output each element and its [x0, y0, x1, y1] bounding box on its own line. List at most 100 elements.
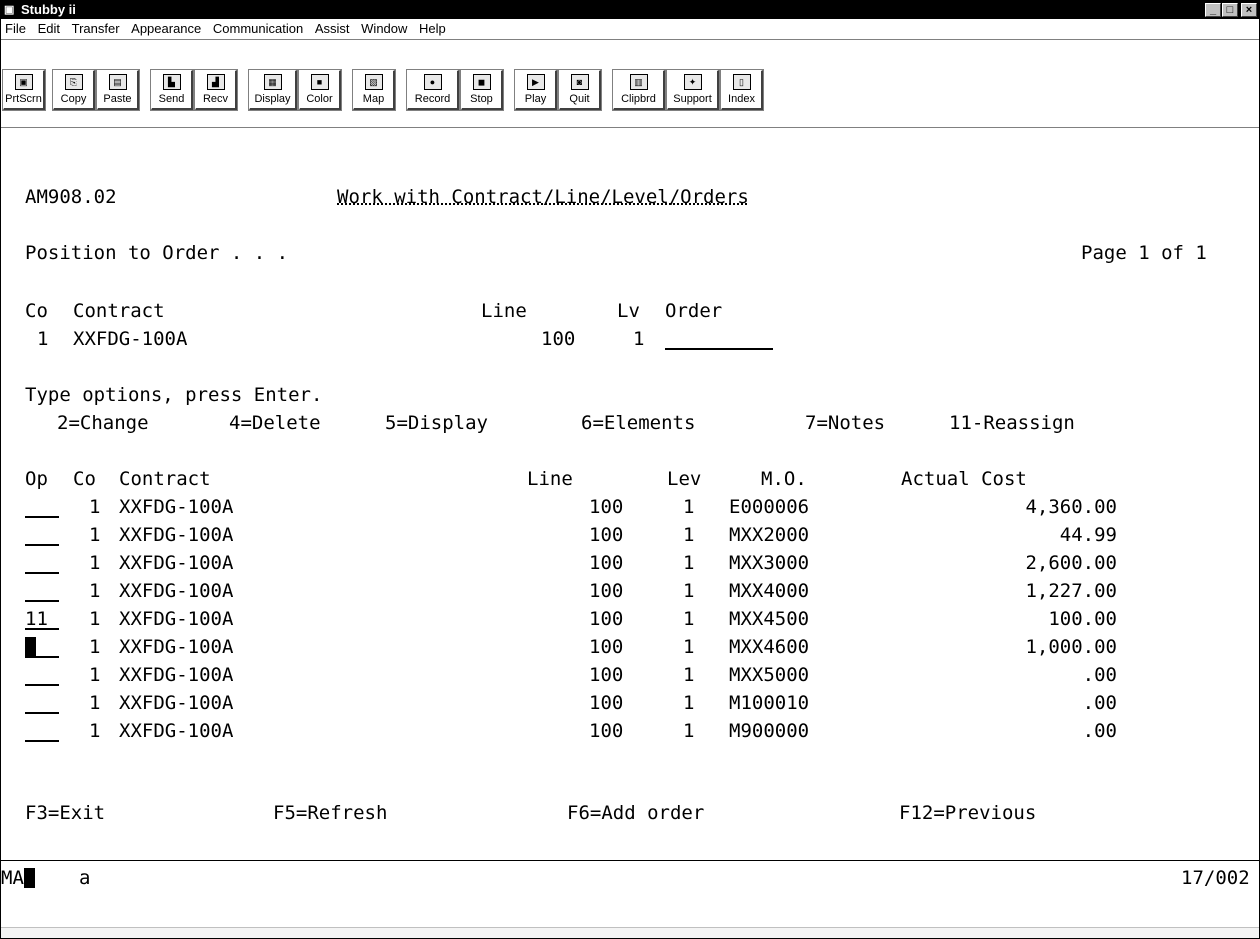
- row-line: 100: [589, 608, 624, 630]
- order-input[interactable]: [665, 330, 773, 350]
- instructions: Type options, press Enter.: [25, 384, 323, 406]
- color-button[interactable]: ■ Color: [298, 69, 342, 111]
- row-mo: M100010: [729, 692, 810, 714]
- stop-button[interactable]: ◼ Stop: [460, 69, 504, 111]
- prtscrn-button[interactable]: ▣ PrtScrn: [2, 69, 46, 111]
- bottom-strip: [1, 927, 1259, 938]
- row-contract: XXFDG-100A: [119, 524, 234, 546]
- option-input[interactable]: [25, 636, 59, 658]
- menu-window[interactable]: Window: [361, 21, 407, 36]
- option-input[interactable]: [25, 552, 59, 574]
- option-input[interactable]: [25, 692, 59, 714]
- text-cursor: [25, 637, 36, 657]
- play-button[interactable]: ▶ Play: [514, 69, 558, 111]
- row-contract: XXFDG-100A: [119, 636, 234, 658]
- menu-edit[interactable]: Edit: [38, 21, 60, 36]
- menu-appearance[interactable]: Appearance: [131, 21, 201, 36]
- option-input[interactable]: 11: [25, 608, 59, 630]
- row-line: 100: [589, 636, 624, 658]
- window-title: Stubby ii: [21, 2, 76, 17]
- send-button[interactable]: ▙ Send: [150, 69, 194, 111]
- clipbrd-button[interactable]: ▥ Clipbrd: [612, 69, 666, 111]
- record-button[interactable]: ● Record: [406, 69, 460, 111]
- row-actual-cost: .00: [1082, 720, 1117, 742]
- map-button[interactable]: ▧ Map: [352, 69, 396, 111]
- system-menu-icon[interactable]: ▣: [4, 4, 16, 16]
- option-input[interactable]: [25, 720, 59, 742]
- row-lev: 1: [683, 552, 695, 574]
- paste-button[interactable]: ▤ Paste: [96, 69, 140, 111]
- menu-assist[interactable]: Assist: [315, 21, 350, 36]
- option-input[interactable]: [25, 664, 59, 686]
- option-notes: 7=Notes: [805, 412, 886, 434]
- row-contract: XXFDG-100A: [119, 580, 234, 602]
- row-contract: XXFDG-100A: [119, 664, 234, 686]
- row-lev: 1: [683, 664, 695, 686]
- option-input[interactable]: [25, 524, 59, 546]
- terminal-screen: AM908.02 Work with Contract/Line/Level/O…: [1, 128, 1259, 858]
- fkey-exit[interactable]: F3=Exit: [25, 802, 105, 824]
- index-button[interactable]: ▯ Index: [720, 69, 764, 111]
- row-co: 1: [89, 720, 101, 742]
- row-contract: XXFDG-100A: [119, 720, 234, 742]
- status-bar: MA a 17/002: [1, 860, 1259, 901]
- row-co: 1: [89, 692, 101, 714]
- quit-button[interactable]: ◙ Quit: [558, 69, 602, 111]
- option-display: 5=Display: [385, 412, 488, 434]
- close-button[interactable]: ×: [1241, 3, 1257, 17]
- row-lev: 1: [683, 692, 695, 714]
- cursor-position: 17/002: [1181, 867, 1250, 889]
- row-actual-cost: 1,000.00: [1025, 636, 1117, 658]
- menu-help[interactable]: Help: [419, 21, 446, 36]
- row-mo: MXX4000: [729, 580, 810, 602]
- header-order-label: Order: [665, 300, 723, 322]
- menu-communication[interactable]: Communication: [213, 21, 303, 36]
- display-button[interactable]: ▦ Display: [248, 69, 298, 111]
- option-reassign: 11-Reassign: [949, 412, 1075, 434]
- paste-icon: ▤: [108, 74, 127, 90]
- row-mo: MXX4500: [729, 608, 810, 630]
- row-mo: MXX4600: [729, 636, 810, 658]
- clipboard-icon: ▥: [629, 74, 648, 90]
- row-actual-cost: 1,227.00: [1025, 580, 1117, 602]
- row-co: 1: [89, 608, 101, 630]
- record-icon: ●: [423, 74, 442, 90]
- minimize-button[interactable]: _: [1205, 3, 1221, 17]
- menu-file[interactable]: File: [5, 21, 26, 36]
- row-contract: XXFDG-100A: [119, 552, 234, 574]
- menu-transfer[interactable]: Transfer: [72, 21, 120, 36]
- fkey-previous[interactable]: F12=Previous: [899, 802, 1036, 824]
- row-line: 100: [589, 720, 624, 742]
- fkey-add-order[interactable]: F6=Add order: [567, 802, 704, 824]
- position-to-order-label: Position to Order . . .: [25, 242, 289, 264]
- color-icon: ■: [310, 74, 329, 90]
- recv-button[interactable]: ▟ Recv: [194, 69, 238, 111]
- option-input[interactable]: [25, 496, 59, 518]
- support-button[interactable]: ✦ Support: [666, 69, 720, 111]
- quit-icon: ◙: [570, 74, 589, 90]
- row-lev: 1: [683, 636, 695, 658]
- fkey-refresh[interactable]: F5=Refresh: [273, 802, 387, 824]
- menu-bar: File Edit Transfer Appearance Communicat…: [1, 19, 1259, 40]
- maximize-button[interactable]: □: [1222, 3, 1238, 17]
- col-lev: Lev: [667, 468, 702, 490]
- title-bar: ▣ Stubby ii _ □ ×: [1, 1, 1259, 19]
- copy-button[interactable]: ⎘ Copy: [52, 69, 96, 111]
- row-actual-cost: .00: [1082, 692, 1117, 714]
- row-lev: 1: [683, 580, 695, 602]
- option-input[interactable]: [25, 580, 59, 602]
- support-icon: ✦: [683, 74, 702, 90]
- row-actual-cost: 100.00: [1048, 608, 1117, 630]
- stop-icon: ◼: [472, 74, 491, 90]
- print-screen-icon: ▣: [14, 74, 33, 90]
- row-contract: XXFDG-100A: [119, 496, 234, 518]
- row-mo: M900000: [729, 720, 810, 742]
- row-mo: MXX3000: [729, 552, 810, 574]
- row-mo: MXX5000: [729, 664, 810, 686]
- row-line: 100: [589, 664, 624, 686]
- header-lv-value: 1: [633, 328, 645, 350]
- row-line: 100: [589, 552, 624, 574]
- send-icon: ▙: [162, 74, 181, 90]
- row-co: 1: [89, 524, 101, 546]
- row-co: 1: [89, 496, 101, 518]
